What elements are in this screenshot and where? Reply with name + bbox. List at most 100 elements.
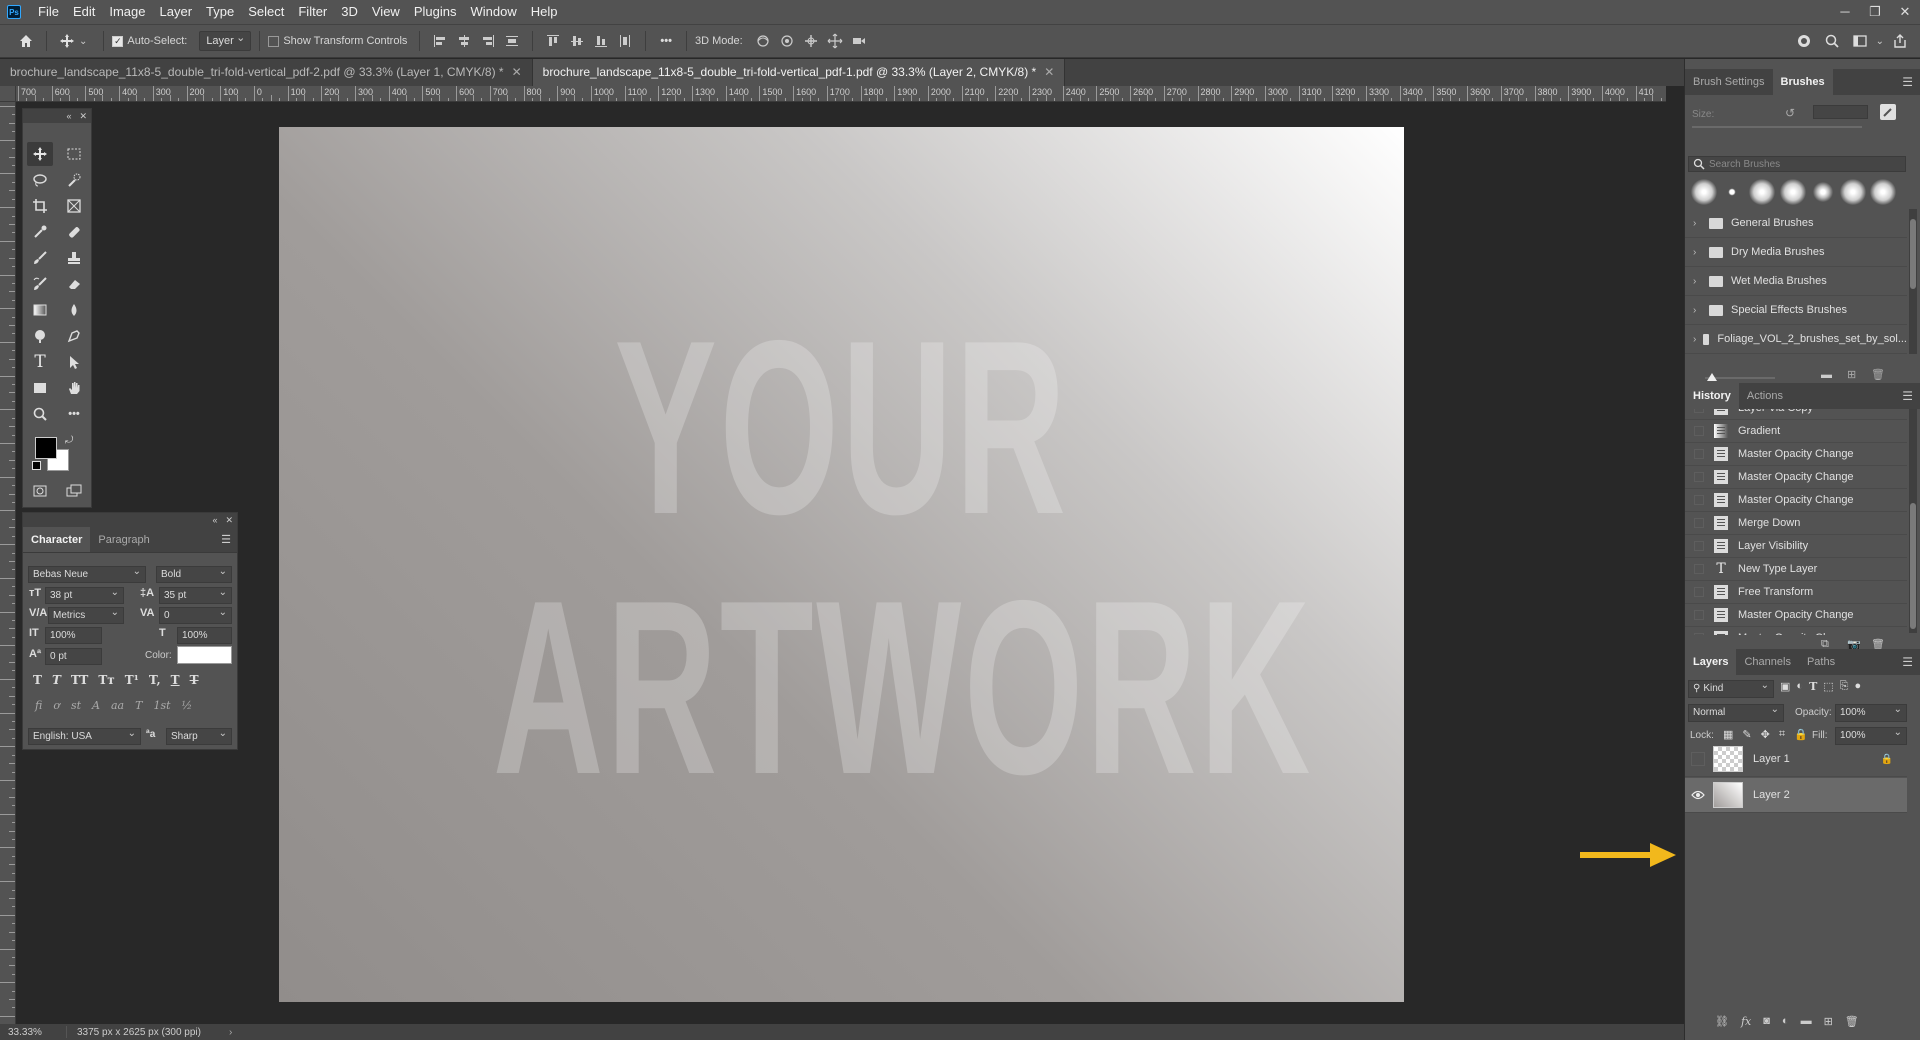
- panel-menu-icon[interactable]: ☰: [221, 527, 231, 552]
- chevron-right-icon[interactable]: ›: [1693, 276, 1705, 287]
- menu-edit[interactable]: Edit: [66, 0, 102, 24]
- menu-select[interactable]: Select: [241, 0, 291, 24]
- history-source-checkbox[interactable]: [1694, 587, 1704, 597]
- quick-selection-tool-icon[interactable]: [61, 168, 87, 192]
- history-source-checkbox[interactable]: [1694, 610, 1704, 620]
- ligature-button[interactable]: fi: [35, 699, 42, 712]
- layer-name[interactable]: Layer 2: [1753, 789, 1790, 801]
- tab-actions[interactable]: Actions: [1739, 383, 1791, 409]
- tab-history[interactable]: History: [1685, 383, 1739, 409]
- filter-shape-icon[interactable]: ⬚: [1823, 680, 1833, 693]
- tab-brushes[interactable]: Brushes: [1772, 69, 1833, 95]
- hand-tool-icon[interactable]: [61, 376, 87, 400]
- 3d-pan-icon[interactable]: [799, 29, 823, 53]
- opacity-field[interactable]: 100%: [1835, 702, 1907, 722]
- tab-character[interactable]: Character: [23, 527, 91, 552]
- lock-transparent-pixels-icon[interactable]: ▦: [1723, 728, 1733, 741]
- eraser-tool-icon[interactable]: [61, 272, 87, 296]
- show-transform-controls-checkbox[interactable]: [268, 35, 280, 47]
- blend-mode-dropdown[interactable]: Normal: [1688, 702, 1784, 722]
- panel-menu-icon[interactable]: ☰: [1902, 389, 1913, 403]
- history-state-row[interactable]: Merge Down: [1685, 512, 1907, 535]
- align-left-icon[interactable]: [428, 29, 452, 53]
- menu-view[interactable]: View: [365, 0, 407, 24]
- lock-artboard-icon[interactable]: ⌗: [1779, 728, 1785, 741]
- zoom-level[interactable]: 33.33%: [8, 1027, 66, 1038]
- kerning-field[interactable]: Metrics: [48, 605, 124, 624]
- titling-alternates-button[interactable]: T: [135, 699, 142, 712]
- chevron-right-icon[interactable]: ›: [1693, 334, 1699, 345]
- menu-layer[interactable]: Layer: [153, 0, 200, 24]
- history-state-row[interactable]: Master Opacity Change: [1685, 627, 1907, 635]
- leading-field[interactable]: 35 pt: [159, 585, 232, 604]
- font-family-dropdown[interactable]: Bebas Neue: [28, 564, 146, 583]
- history-source-checkbox[interactable]: [1694, 633, 1704, 635]
- tab-paths[interactable]: Paths: [1799, 649, 1843, 675]
- ruler-origin[interactable]: [0, 86, 16, 102]
- chevron-right-icon[interactable]: ›: [1693, 247, 1705, 258]
- menu-filter[interactable]: Filter: [291, 0, 334, 24]
- subscript-button[interactable]: T,: [149, 673, 161, 687]
- close-toolbar-icon[interactable]: ✕: [79, 111, 87, 122]
- healing-brush-tool-icon[interactable]: [61, 220, 87, 244]
- brush-preset-2[interactable]: [1719, 179, 1745, 205]
- search-icon[interactable]: [1820, 29, 1844, 53]
- new-preset-icon[interactable]: ⊞: [1847, 368, 1856, 381]
- 3d-camera-icon[interactable]: [847, 29, 871, 53]
- history-state-row[interactable]: Master Opacity Change: [1685, 489, 1907, 512]
- edit-toolbar-icon[interactable]: •••: [61, 402, 87, 426]
- horizontal-ruler[interactable]: 700 600 500 400 300 200 100 0 100 200 300 400 500 600…: [16, 86, 1666, 102]
- rectangle-tool-icon[interactable]: [27, 376, 53, 400]
- collapse-toolbar-icon[interactable]: «: [66, 111, 71, 121]
- discover-icon[interactable]: [1792, 29, 1816, 53]
- type-tool-icon[interactable]: T: [27, 350, 53, 374]
- strikethrough-button[interactable]: T: [190, 673, 199, 687]
- preset-chevron-down-icon[interactable]: ⌄: [79, 36, 87, 47]
- workspace-icon[interactable]: [1848, 29, 1872, 53]
- layer-visibility-toggle[interactable]: [1691, 752, 1705, 766]
- collapse-panel-icon[interactable]: «: [212, 515, 217, 525]
- path-selection-tool-icon[interactable]: [61, 350, 87, 374]
- new-brush-icon[interactable]: [1880, 104, 1896, 120]
- brush-preset-6[interactable]: [1840, 179, 1866, 205]
- history-source-checkbox[interactable]: [1694, 495, 1704, 505]
- align-middle-icon[interactable]: [565, 29, 589, 53]
- close-tab-icon[interactable]: ✕: [1044, 65, 1054, 79]
- brush-tool-icon[interactable]: [27, 246, 53, 270]
- underline-button[interactable]: T: [171, 673, 180, 687]
- small-caps-button[interactable]: Tт: [98, 673, 114, 687]
- brushes-scrollbar[interactable]: [1909, 209, 1917, 354]
- gradient-tool-icon[interactable]: [27, 298, 53, 322]
- document-tab-pdf-1[interactable]: brochure_landscape_11x8-5_double_tri-fol…: [532, 59, 1066, 86]
- filter-toggle-icon[interactable]: ●: [1854, 680, 1861, 693]
- marquee-tool-icon[interactable]: [61, 142, 87, 166]
- menu-window[interactable]: Window: [463, 0, 523, 24]
- brush-preset-1[interactable]: [1691, 179, 1717, 205]
- menu-type[interactable]: Type: [199, 0, 241, 24]
- discretionary-ligature-button[interactable]: ơ: [53, 699, 60, 712]
- layer-lock-icon[interactable]: 🔒: [1881, 754, 1893, 765]
- workspace-chevron-down-icon[interactable]: ⌄: [1876, 36, 1884, 47]
- filter-pixel-icon[interactable]: ▣: [1780, 680, 1790, 693]
- history-state-row[interactable]: Free Transform: [1685, 581, 1907, 604]
- faux-italic-button[interactable]: T: [52, 673, 61, 687]
- menu-plugins[interactable]: Plugins: [407, 0, 464, 24]
- vertical-ruler[interactable]: [0, 102, 16, 1024]
- reset-size-icon[interactable]: ↺: [1785, 106, 1795, 120]
- distribute-vertical-icon[interactable]: [613, 29, 637, 53]
- tab-paragraph[interactable]: Paragraph: [90, 527, 157, 552]
- menu-help[interactable]: Help: [524, 0, 565, 24]
- close-window-icon[interactable]: ✕: [1890, 4, 1920, 20]
- layer-row-layer-2[interactable]: Layer 2: [1685, 778, 1907, 813]
- new-adjustment-layer-icon[interactable]: ◐: [1782, 1015, 1789, 1028]
- pen-tool-icon[interactable]: [61, 324, 87, 348]
- history-source-checkbox[interactable]: [1694, 472, 1704, 482]
- contextual-alternates-button[interactable]: st: [71, 699, 81, 712]
- close-panel-icon[interactable]: ✕: [225, 515, 233, 526]
- default-colors-icon[interactable]: [32, 461, 41, 470]
- history-source-checkbox[interactable]: [1694, 518, 1704, 528]
- ordinals-button[interactable]: 1st: [153, 699, 170, 712]
- history-source-checkbox[interactable]: [1694, 409, 1704, 413]
- swap-colors-icon[interactable]: ⤾: [65, 435, 73, 446]
- brush-folder-foliage[interactable]: › Foliage_VOL_2_brushes_set_by_sol...: [1685, 325, 1907, 354]
